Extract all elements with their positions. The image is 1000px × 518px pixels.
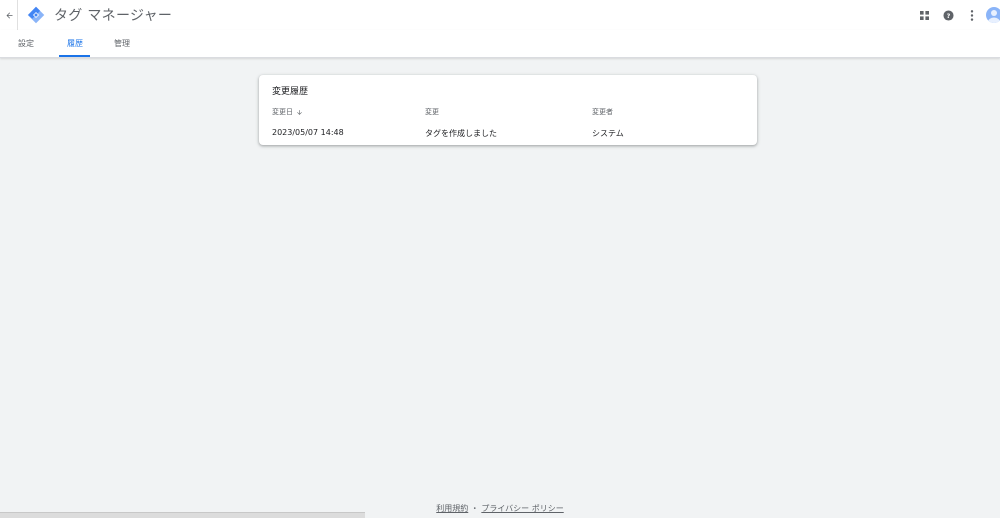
app-title: タグ マネージャー xyxy=(54,8,173,24)
table-cell-user: システム xyxy=(592,129,624,138)
table-cell-date: 2023/05/07 14:48 xyxy=(272,128,344,137)
column-header-change: 変更 xyxy=(425,107,439,117)
column-header-label: 変更日 xyxy=(272,108,293,116)
card-title: 変更履歴 xyxy=(272,87,309,97)
header-divider xyxy=(17,0,18,30)
privacy-link[interactable]: プライバシー ポリシー xyxy=(481,504,563,513)
footer-separator: ・ xyxy=(470,504,479,513)
tab-history[interactable]: 履歴 xyxy=(67,30,83,57)
browser-status-bar xyxy=(0,512,365,518)
tab-bar: 設定 履歴 管理 xyxy=(0,30,1000,58)
more-options-button[interactable] xyxy=(960,0,984,30)
arrow-down-icon xyxy=(297,109,302,115)
terms-link[interactable]: 利用規約 xyxy=(436,504,468,513)
tab-settings[interactable]: 設定 xyxy=(18,30,34,57)
more-vert-icon xyxy=(970,9,974,21)
column-header-label: 変更 xyxy=(425,108,439,116)
svg-text:?: ? xyxy=(946,11,950,19)
column-header-user: 変更者 xyxy=(592,107,613,117)
column-header-label: 変更者 xyxy=(592,108,613,116)
table-cell-change: タグを作成しました xyxy=(425,129,497,138)
back-button[interactable] xyxy=(2,0,16,30)
account-avatar[interactable] xyxy=(986,7,1000,23)
arrow-back-icon xyxy=(6,12,12,18)
tag-manager-logo-icon xyxy=(27,6,45,24)
active-tab-indicator xyxy=(59,55,90,57)
apps-grid-icon xyxy=(919,10,929,20)
app-header: タグ マネージャー ? xyxy=(0,0,1000,30)
tab-admin[interactable]: 管理 xyxy=(114,30,130,57)
column-header-date[interactable]: 変更日 xyxy=(272,107,303,117)
apps-button[interactable] xyxy=(912,0,936,30)
help-icon: ? xyxy=(942,9,954,21)
help-button[interactable]: ? xyxy=(936,0,960,30)
account-icon xyxy=(988,10,1000,23)
